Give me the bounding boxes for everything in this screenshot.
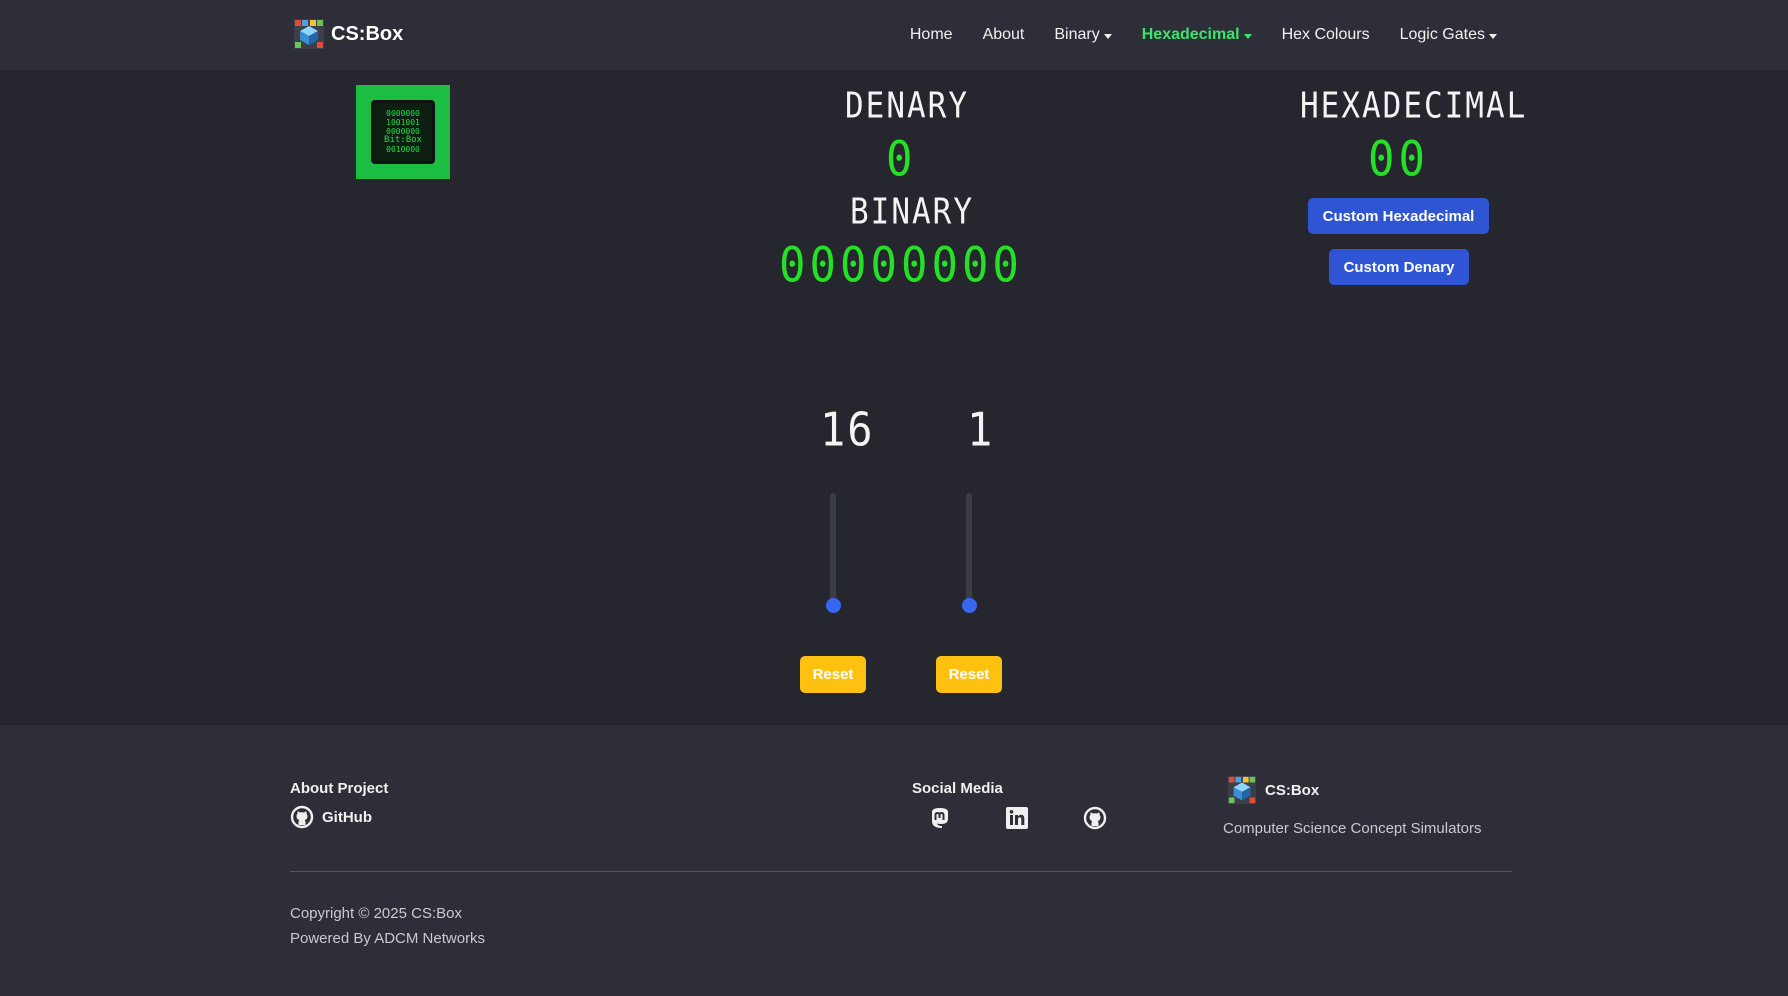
custom-hexadecimal-button[interactable]: Custom Hexadecimal xyxy=(1308,198,1489,234)
nav-logic-gates-dropdown[interactable]: Logic Gates xyxy=(1400,26,1497,44)
slider-track-16[interactable] xyxy=(830,493,836,603)
main-nav: Home About Binary Hexadecimal Hex Colour… xyxy=(910,0,1497,70)
github-link-label: GitHub xyxy=(322,808,372,826)
footer-brand-name: CS:Box xyxy=(1265,781,1320,799)
linkedin-icon[interactable] xyxy=(1005,806,1029,830)
nav-hex-colours-label: Hex Colours xyxy=(1281,26,1370,43)
brand-name: CS:Box xyxy=(331,22,404,45)
nav-hex-colours[interactable]: Hex Colours xyxy=(1282,26,1370,44)
denary-heading: DENARY xyxy=(845,85,969,127)
social-media-heading: Social Media xyxy=(912,780,1003,797)
bitbox-logo[interactable]: 0000000 1001001 0000000 Bit:Box 0010000 xyxy=(356,85,450,179)
denary-value: 0 xyxy=(886,131,917,188)
caret-down-icon xyxy=(1103,33,1112,39)
github-link[interactable]: GitHub xyxy=(290,805,372,829)
place-value-16: 16 xyxy=(820,402,875,457)
bitbox-line: 0000000 xyxy=(386,109,420,118)
reset-button-1[interactable]: Reset xyxy=(936,656,1002,693)
hexadecimal-value: 00 xyxy=(1368,131,1429,188)
caret-down-icon xyxy=(1489,33,1497,39)
slider-track-1[interactable] xyxy=(966,493,972,603)
slider-thumb-16[interactable] xyxy=(826,598,841,613)
about-project-heading: About Project xyxy=(290,780,389,797)
nav-binary-label: Binary xyxy=(1054,26,1100,43)
footer-brand[interactable]: CS:Box xyxy=(1227,775,1319,805)
footer-tagline: Computer Science Concept Simulators xyxy=(1223,820,1482,837)
nav-home-label: Home xyxy=(909,26,953,43)
nav-about[interactable]: About xyxy=(983,26,1025,44)
binary-heading: BINARY xyxy=(850,191,974,233)
nav-hexadecimal-label: Hexadecimal xyxy=(1141,26,1240,43)
copyright-text: Copyright © 2025 CS:Box xyxy=(290,905,462,922)
mastodon-icon[interactable] xyxy=(928,806,952,830)
nav-about-label: About xyxy=(982,26,1025,43)
navbar: CS:Box Home About Binary Hexadecimal Hex… xyxy=(0,0,1788,70)
cs-box-logo-icon xyxy=(1227,775,1257,805)
brand-link[interactable]: CS:Box xyxy=(293,18,403,50)
footer-divider xyxy=(290,871,1512,872)
github-icon[interactable] xyxy=(1083,806,1107,830)
custom-denary-button[interactable]: Custom Denary xyxy=(1329,249,1469,285)
nav-logic-gates-label: Logic Gates xyxy=(1399,26,1485,43)
bitbox-screen: 0000000 1001001 0000000 Bit:Box 0010000 xyxy=(371,100,435,164)
nav-hexadecimal-dropdown[interactable]: Hexadecimal xyxy=(1142,26,1252,44)
footer: About Project GitHub Social Media CS:Box… xyxy=(0,725,1788,996)
nav-home[interactable]: Home xyxy=(910,26,953,44)
place-value-1: 1 xyxy=(967,402,995,457)
powered-by-text: Powered By ADCM Networks xyxy=(290,930,486,947)
caret-down-icon xyxy=(1243,33,1252,39)
cs-box-logo-icon xyxy=(294,19,324,49)
slider-thumb-1[interactable] xyxy=(962,598,977,613)
nav-binary-dropdown[interactable]: Binary xyxy=(1054,26,1112,44)
hexadecimal-heading: HEXADECIMAL xyxy=(1300,85,1528,127)
binary-value: 00000000 xyxy=(779,237,1023,294)
github-icon xyxy=(290,805,314,829)
bitbox-line: Bit:Box xyxy=(384,135,422,145)
bitbox-line: 0010000 xyxy=(386,145,420,154)
bitbox-line: 1001001 xyxy=(386,118,420,127)
reset-button-16[interactable]: Reset xyxy=(800,656,866,693)
